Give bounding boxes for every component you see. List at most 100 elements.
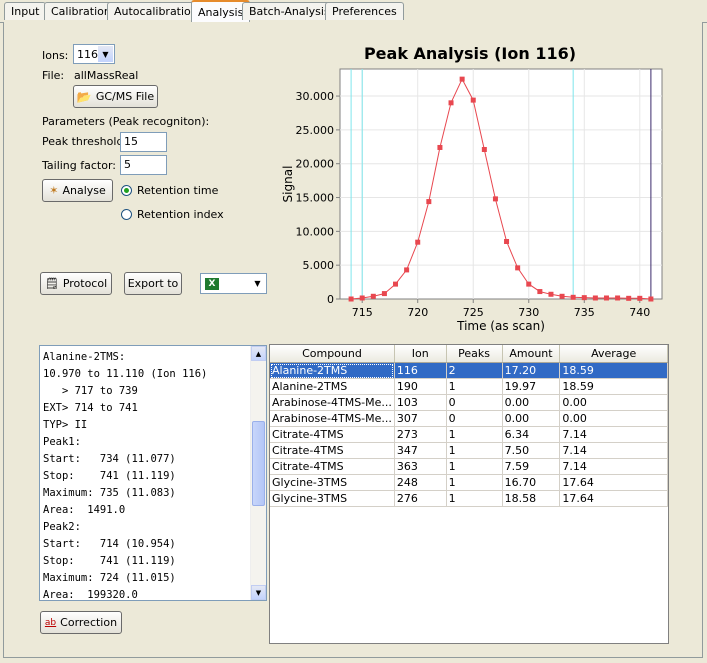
log-line: Area: 199320.0 xyxy=(43,589,138,601)
spellcheck-icon: ab xyxy=(44,617,57,628)
table-cell-amount: 7.59 xyxy=(502,458,561,475)
table-cell-peaks: 1 xyxy=(446,442,503,459)
data-point xyxy=(537,289,543,295)
scroll-down-icon[interactable]: ▼ xyxy=(251,585,266,600)
table-row[interactable]: Alanine-2TMS 190 1 19.97 18.59 xyxy=(270,378,668,395)
data-point xyxy=(570,294,576,300)
table-cell-compound: Citrate-4TMS xyxy=(270,442,395,459)
correction-button[interactable]: ab Correction xyxy=(40,611,122,634)
column-header-amount[interactable]: Amount xyxy=(502,345,561,363)
data-point xyxy=(559,293,565,299)
table-cell-ion: 307 xyxy=(394,410,447,427)
table-row[interactable]: Citrate-4TMS 273 1 6.34 7.14 xyxy=(270,426,668,443)
table-cell-amount: 17.20 xyxy=(502,362,561,379)
column-header-ion[interactable]: Ion xyxy=(394,345,447,363)
export-format-select[interactable]: X ▼ xyxy=(200,273,267,294)
table-cell-compound: Citrate-4TMS xyxy=(270,426,395,443)
table-cell-ion: 273 xyxy=(394,426,447,443)
data-point xyxy=(504,239,510,244)
table-header-row: Compound Ion Peaks Amount Average xyxy=(270,345,668,363)
tailing-factor-input[interactable]: 5 xyxy=(120,155,167,175)
scroll-thumb[interactable] xyxy=(252,421,265,506)
scroll-up-icon[interactable]: ▲ xyxy=(251,346,266,361)
table-cell-compound: Arabinose-4TMS-Me... xyxy=(270,394,395,411)
export-button[interactable]: Export to xyxy=(124,272,182,295)
table-cell-amount: 16.70 xyxy=(502,474,561,491)
table-row[interactable]: Citrate-4TMS 363 1 7.59 7.14 xyxy=(270,458,668,475)
data-point xyxy=(448,100,454,106)
results-table[interactable]: Compound Ion Peaks Amount Average Alanin… xyxy=(269,344,669,644)
table-cell-amount: 6.34 xyxy=(502,426,561,443)
column-header-peaks[interactable]: Peaks xyxy=(446,345,503,363)
y-tick-label: 10.000 xyxy=(296,225,335,238)
data-point xyxy=(393,281,399,287)
data-point xyxy=(515,265,521,271)
ions-select-value: 116 xyxy=(77,47,98,61)
table-cell-amount: 7.50 xyxy=(502,442,561,459)
table-row[interactable]: Alanine-2TMS 116 2 17.20 18.59 xyxy=(270,362,668,379)
log-line: TYP> II xyxy=(43,419,88,431)
log-line: Start: 714 (10.954) xyxy=(43,538,176,550)
x-tick-label: 740 xyxy=(629,306,650,319)
table-cell-ion: 347 xyxy=(394,442,447,459)
table-cell-amount: 19.97 xyxy=(502,378,561,395)
gcms-file-label: GC/MS File xyxy=(95,90,155,103)
data-point xyxy=(470,97,476,103)
log-line: EXT> 714 to 741 xyxy=(43,402,138,414)
chart-title: Peak Analysis (Ion 116) xyxy=(364,44,576,63)
data-point xyxy=(626,295,632,301)
retention-time-radio[interactable]: Retention time xyxy=(121,184,218,197)
ions-select[interactable]: 116 ▼ xyxy=(73,44,115,64)
data-point xyxy=(370,293,376,299)
column-header-compound[interactable]: Compound xyxy=(270,345,395,363)
table-cell-average: 17.64 xyxy=(559,490,668,507)
data-point xyxy=(415,239,421,245)
y-axis-label: Signal xyxy=(281,166,295,203)
table-cell-compound: Glycine-3TMS xyxy=(270,490,395,507)
table-cell-average: 0.00 xyxy=(559,394,668,411)
table-cell-peaks: 1 xyxy=(446,474,503,491)
log-line: > 717 to 739 xyxy=(43,385,138,397)
notepad-icon: 🗒 xyxy=(44,277,59,290)
protocol-log[interactable]: Alanine-2TMS: 10.970 to 11.110 (Ion 116)… xyxy=(39,345,267,601)
retention-index-label: Retention index xyxy=(137,208,224,221)
table-row[interactable]: Arabinose-4TMS-Me... 307 0 0.00 0.00 xyxy=(270,410,668,427)
log-line: Peak1: xyxy=(43,436,81,448)
table-row[interactable]: Glycine-3TMS 248 1 16.70 17.64 xyxy=(270,474,668,491)
table-cell-average: 7.14 xyxy=(559,442,668,459)
log-line: 10.970 to 11.110 (Ion 116) xyxy=(43,368,208,380)
data-point xyxy=(603,295,609,301)
log-scrollbar[interactable]: ▲ ▼ xyxy=(250,346,266,600)
file-name: allMassReal xyxy=(74,69,139,82)
peak-threshold-input[interactable]: 15 xyxy=(120,132,167,152)
table-cell-ion: 103 xyxy=(394,394,447,411)
retention-index-radio[interactable]: Retention index xyxy=(121,208,224,221)
gcms-file-button[interactable]: 📂 GC/MS File xyxy=(73,85,158,108)
table-cell-ion: 248 xyxy=(394,474,447,491)
column-header-average[interactable]: Average xyxy=(559,345,668,363)
table-cell-ion: 116 xyxy=(394,362,447,379)
file-label: File: xyxy=(42,69,65,82)
tab-batch-analysis[interactable]: Batch-Analysis xyxy=(242,2,337,20)
x-tick-label: 715 xyxy=(352,306,373,319)
table-row[interactable]: Glycine-3TMS 276 1 18.58 17.64 xyxy=(270,490,668,507)
tab-input[interactable]: Input xyxy=(4,2,47,20)
table-row[interactable]: Citrate-4TMS 347 1 7.50 7.14 xyxy=(270,442,668,459)
peak-chart[interactable]: Peak Analysis (Ion 116) 0 5.000 10.000 15.0… xyxy=(278,38,678,338)
protocol-button[interactable]: 🗒 Protocol xyxy=(40,272,112,295)
data-point xyxy=(581,295,587,301)
data-point xyxy=(615,295,621,301)
parameters-label: Parameters (Peak recogniton): xyxy=(42,115,210,128)
table-cell-average: 7.14 xyxy=(559,458,668,475)
table-row[interactable]: Arabinose-4TMS-Me... 103 0 0.00 0.00 xyxy=(270,394,668,411)
log-line: Alanine-2TMS: xyxy=(43,351,126,363)
protocol-label: Protocol xyxy=(62,277,108,290)
table-cell-peaks: 0 xyxy=(446,410,503,427)
analyse-button[interactable]: ✶ Analyse xyxy=(42,179,113,202)
tab-bar: Input Calibration Autocalibration Analys… xyxy=(0,0,707,23)
data-point xyxy=(348,296,354,302)
data-point xyxy=(592,295,598,301)
x-tick-label: 720 xyxy=(407,306,428,319)
tab-preferences[interactable]: Preferences xyxy=(325,2,404,20)
data-point xyxy=(437,144,443,150)
